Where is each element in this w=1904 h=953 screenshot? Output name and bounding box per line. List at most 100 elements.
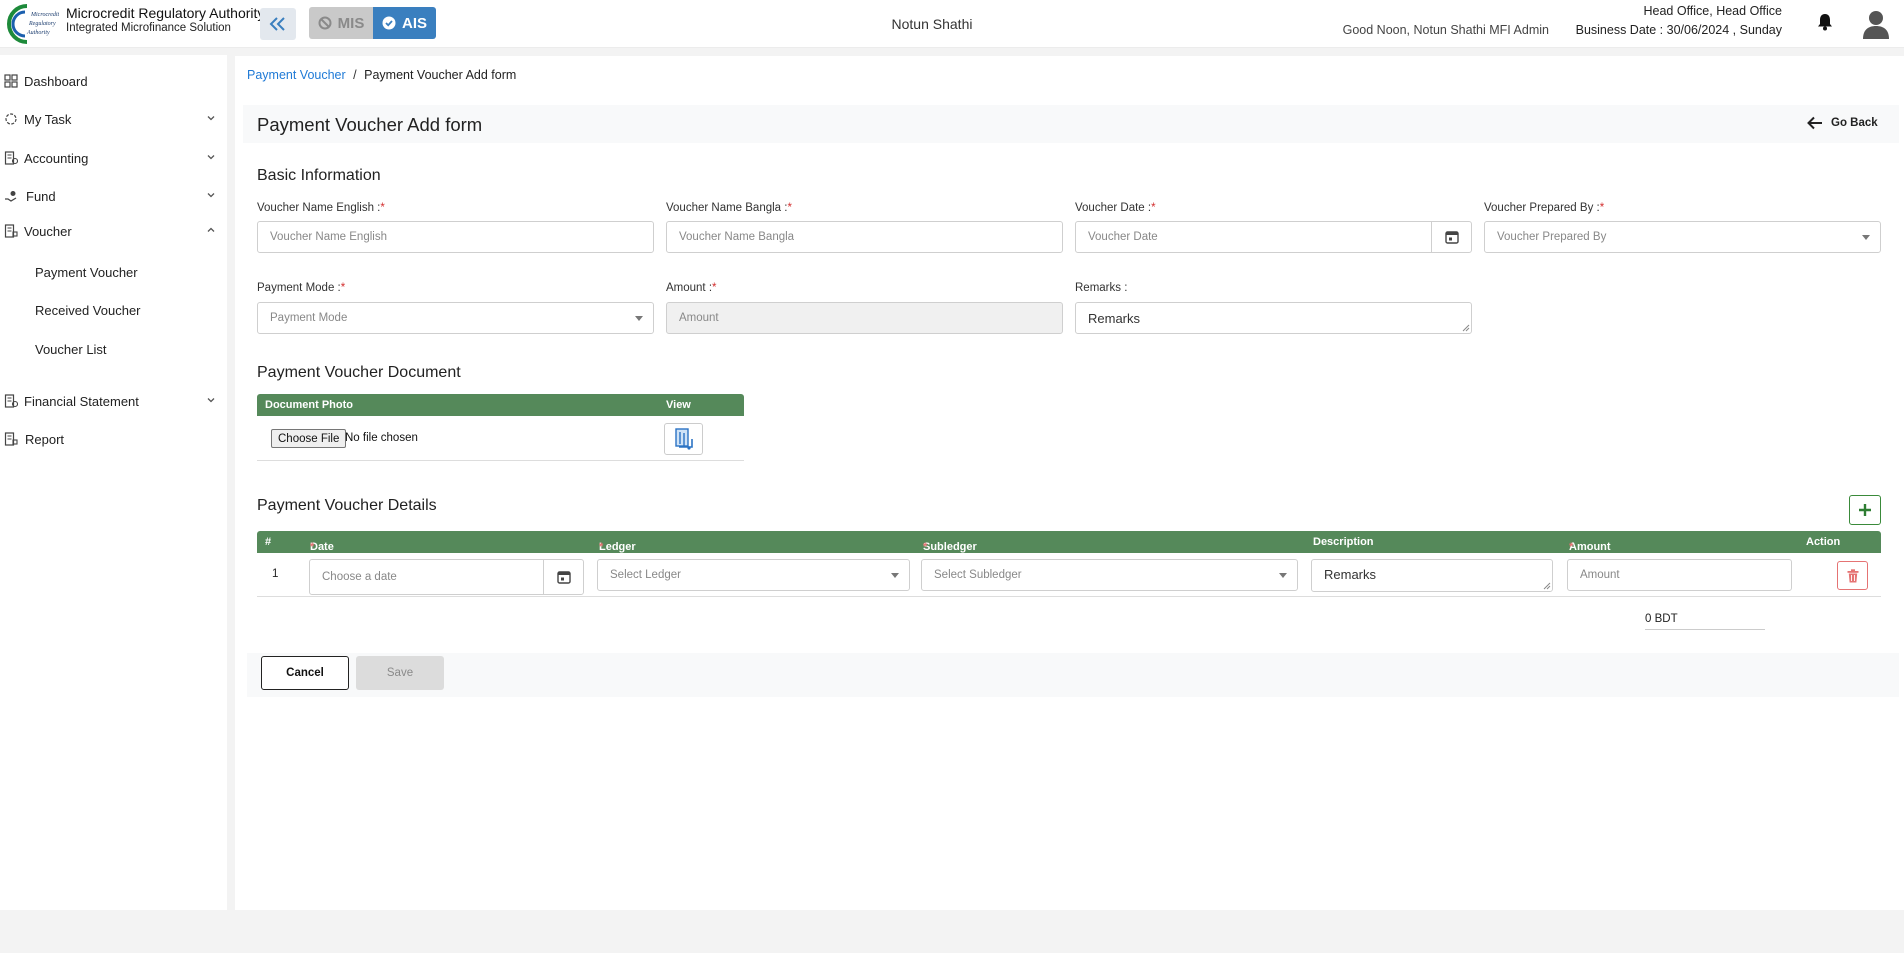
placeholder: Payment Mode [270, 312, 348, 324]
row-ledger-select[interactable]: Select Ledger [597, 559, 910, 591]
required-mark: * [599, 541, 604, 553]
col-view: View [666, 399, 691, 411]
sidebar: Dashboard My Task Accounting Fund Vouche… [0, 55, 227, 910]
svg-text:Microcredit: Microcredit [30, 12, 59, 18]
mra-logo: Microcredit Regulatory Authority [7, 4, 59, 44]
sidebar-item-financial-statement[interactable]: Financial Statement [0, 388, 227, 414]
go-back-button[interactable]: Go Back [1807, 116, 1878, 130]
label-text: Voucher Prepared By : [1484, 202, 1600, 214]
col-action: Action [1806, 536, 1841, 548]
placeholder: Amount [1580, 569, 1620, 581]
details-section-title: Payment Voucher Details [257, 497, 437, 514]
resize-grip-icon[interactable] [1543, 582, 1551, 590]
svg-text:Regulatory: Regulatory [28, 21, 56, 27]
org-name: Notun Shathi [891, 16, 973, 32]
chevron-down-icon [207, 155, 215, 160]
caret-down-icon [891, 573, 899, 578]
col-number: # [265, 536, 272, 548]
greeting-text: Good Noon, Notun Shathi MFI Admin [1342, 23, 1549, 37]
sidebar-item-label: Fund [26, 188, 56, 204]
fund-icon [5, 191, 17, 202]
placeholder: Choose a date [322, 571, 397, 583]
placeholder: Select Ledger [610, 569, 681, 581]
main-content: Payment Voucher / Payment Voucher Add fo… [235, 56, 1904, 910]
office-text: Head Office, Head Office [1643, 4, 1782, 18]
payment-mode-select[interactable]: Payment Mode [257, 302, 654, 334]
sidebar-item-label: Accounting [24, 150, 89, 166]
title-bar: Payment Voucher Add form Go Back [243, 105, 1899, 143]
table-row: 1 Choose a date Select Ledger Select Sub… [257, 553, 1881, 597]
placeholder: Voucher Name Bangla [679, 231, 795, 243]
collapse-sidebar-button[interactable] [260, 8, 296, 40]
document-preview-icon [674, 428, 693, 450]
user-avatar-icon[interactable] [1862, 8, 1890, 40]
sidebar-subitem-received-voucher[interactable]: Received Voucher [35, 303, 141, 318]
voucher-name-english-label: Voucher Name English :* [257, 202, 385, 214]
placeholder: Amount [679, 312, 719, 324]
col-document-photo: Document Photo [265, 399, 353, 411]
placeholder: Voucher Date [1088, 231, 1158, 243]
voucher-date-label: Voucher Date :* [1075, 202, 1156, 214]
sidebar-item-dashboard[interactable]: Dashboard [0, 68, 227, 94]
sidebar-item-label: My Task [24, 111, 72, 127]
label-text: Voucher Date : [1075, 202, 1152, 214]
sidebar-item-fund[interactable]: Fund [0, 183, 227, 209]
sidebar-item-my-task[interactable]: My Task [0, 106, 227, 132]
sidebar-item-voucher[interactable]: Voucher [0, 218, 227, 244]
save-button[interactable]: Save [356, 656, 444, 690]
label-text: Payment Mode : [257, 282, 341, 294]
sidebar-item-accounting[interactable]: Accounting [0, 145, 227, 171]
document-section-title: Payment Voucher Document [257, 364, 461, 381]
business-date: Business Date : 30/06/2024 , Sunday [1575, 23, 1782, 37]
voucher-name-english-input[interactable]: Voucher Name English [257, 221, 654, 253]
required-mark: * [787, 202, 792, 214]
voucher-date-input[interactable]: Voucher Date [1075, 221, 1472, 253]
view-document-button[interactable] [664, 423, 703, 455]
required-mark: * [923, 541, 928, 553]
sidebar-subitem-payment-voucher[interactable]: Payment Voucher [35, 265, 138, 280]
placeholder: Remarks [1324, 567, 1377, 582]
task-icon [5, 113, 17, 125]
label-text: Remarks : [1075, 282, 1128, 294]
required-mark: * [1599, 202, 1605, 214]
ais-toggle-button[interactable]: AIS [373, 7, 436, 39]
required-mark: * [380, 202, 385, 214]
sidebar-item-report[interactable]: Report [0, 426, 227, 452]
document-table-header: Document Photo View [257, 394, 744, 416]
add-row-button[interactable] [1849, 495, 1881, 525]
remarks-label: Remarks : [1075, 282, 1127, 294]
voucher-prepared-by-select[interactable]: Voucher Prepared By [1484, 221, 1881, 253]
row-description-textarea[interactable]: Remarks [1311, 559, 1553, 592]
remarks-textarea[interactable]: Remarks [1075, 302, 1472, 334]
double-chevron-left-icon [269, 17, 285, 31]
row-amount-input[interactable]: Amount [1567, 559, 1792, 591]
choose-file-button[interactable]: Choose File [271, 429, 347, 448]
required-mark: * [340, 282, 346, 294]
payment-mode-label: Payment Mode :* [257, 282, 345, 294]
resize-grip-icon[interactable] [1462, 324, 1470, 332]
breadcrumb-link-payment-voucher[interactable]: Payment Voucher [247, 68, 346, 82]
chevron-down-icon [207, 193, 215, 198]
voucher-name-bangla-input[interactable]: Voucher Name Bangla [666, 221, 1063, 253]
document-row: Choose File No file chosen [257, 416, 744, 461]
breadcrumb-current: Payment Voucher Add form [364, 68, 517, 82]
sidebar-subitem-voucher-list[interactable]: Voucher List [35, 342, 107, 357]
voucher-icon [4, 224, 18, 238]
placeholder: Voucher Name English [270, 231, 387, 243]
ais-label: AIS [401, 14, 427, 32]
mis-toggle-button[interactable]: MIS [309, 7, 373, 39]
label-text: Voucher Name English : [257, 202, 381, 214]
row-date-picker-button[interactable] [543, 560, 583, 594]
voucher-prepared-by-label: Voucher Prepared By :* [1484, 202, 1604, 214]
caret-down-icon [635, 316, 643, 321]
arrow-left-icon [1807, 116, 1822, 130]
statement-icon [4, 394, 18, 408]
date-picker-button[interactable] [1431, 222, 1471, 252]
delete-row-button[interactable] [1837, 561, 1868, 590]
row-subledger-select[interactable]: Select Subledger [921, 559, 1298, 591]
row-date-input[interactable]: Choose a date [309, 559, 584, 595]
top-bar: Microcredit Regulatory Authority Microcr… [0, 0, 1904, 48]
cancel-button[interactable]: Cancel [261, 656, 349, 690]
form-actions-bar [247, 653, 1899, 697]
bell-icon[interactable] [1817, 13, 1833, 31]
